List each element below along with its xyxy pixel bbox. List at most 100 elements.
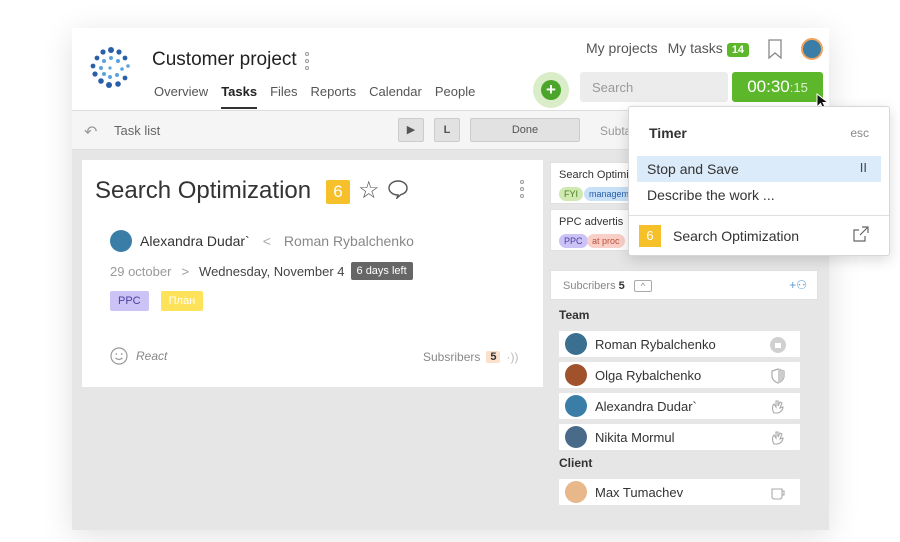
subscribers-count: 5 — [486, 351, 501, 363]
app-window: Customer project Overview Tasks Files Re… — [72, 28, 829, 530]
related-tag: FYI — [559, 187, 584, 201]
assignee-name[interactable]: Alexandra Dudar` — [140, 233, 250, 249]
project-tabs: Overview Tasks Files Reports Calendar Pe… — [154, 84, 475, 109]
l-button[interactable]: L — [434, 118, 460, 142]
user-avatar[interactable] — [801, 38, 823, 60]
member-row[interactable]: Roman Rybalchenko — [558, 330, 801, 358]
play-button[interactable]: ▶ — [398, 118, 424, 142]
collapse-button[interactable]: ^ — [633, 280, 652, 293]
related-tag: at proc — [587, 234, 625, 248]
back-arrow-icon[interactable]: ↶ — [84, 122, 97, 142]
task-card: Search Optimization 6 ☆ Alexandra Dudar`… — [82, 160, 543, 387]
team-label: Team — [559, 308, 590, 322]
timer-time: 00:30 — [747, 77, 790, 96]
top-links: My projects My tasks 14 — [586, 40, 750, 57]
popup-task-link[interactable]: 6 Search Optimization — [639, 225, 799, 247]
subscribers-panel-label: Subcribers — [563, 280, 616, 292]
react-label: React — [136, 349, 168, 363]
add-button[interactable]: + — [533, 72, 569, 108]
project-title: Customer project — [152, 49, 297, 70]
tag-plan[interactable]: План — [160, 291, 204, 311]
timer-button[interactable]: 00:30:15 — [732, 72, 823, 102]
popup-title: Timer — [649, 125, 687, 141]
comment-icon[interactable] — [387, 179, 409, 199]
avatar — [565, 333, 587, 355]
shield-icon — [771, 368, 785, 384]
tab-calendar[interactable]: Calendar — [369, 84, 422, 109]
popup-task-title: Search Optimization — [673, 228, 800, 244]
timer-popup: Timer esc Stop and Save II Describe the … — [628, 106, 890, 256]
stop-and-save-button[interactable]: Stop and Save II — [637, 156, 881, 182]
add-subscriber-icon[interactable]: +⚇ — [789, 278, 807, 292]
start-date[interactable]: 29 october — [110, 264, 171, 279]
divider — [629, 215, 889, 216]
subscribers-panel: Subcribers 5 ^ +⚇ Team Roman Rybalchenko… — [550, 270, 818, 526]
stop-and-save-label: Stop and Save — [647, 161, 739, 177]
member-name: Max Tumachev — [595, 484, 684, 500]
avatar — [565, 481, 587, 503]
assignee-row: Alexandra Dudar` < Roman Rybalchenko — [110, 230, 414, 252]
tab-reports[interactable]: Reports — [311, 84, 357, 109]
header: Customer project Overview Tasks Files Re… — [72, 28, 829, 111]
author-name[interactable]: Roman Rybalchenko — [284, 233, 414, 249]
close-button[interactable]: esc — [850, 126, 869, 140]
cup-icon — [771, 488, 785, 500]
plus-icon: + — [541, 80, 561, 100]
assignee-separator: < — [262, 233, 271, 249]
timer-seconds: :15 — [789, 80, 808, 95]
date-arrow: > — [181, 263, 190, 279]
my-tasks-count: 14 — [726, 43, 750, 57]
member-row[interactable]: Nikita Mormul — [558, 423, 801, 451]
external-link-icon[interactable] — [853, 226, 869, 242]
hand-icon — [771, 400, 784, 414]
client-label: Client — [559, 456, 593, 470]
subscribers-summary[interactable]: Subsribers 5 ·)) — [423, 350, 518, 364]
bookmark-icon[interactable] — [768, 39, 782, 59]
done-button[interactable]: Done — [470, 118, 580, 142]
avatar — [565, 364, 587, 386]
member-row[interactable]: Olga Rybalchenko — [558, 361, 801, 389]
related-task-title: PPC advertis — [559, 216, 624, 228]
my-tasks-label: My tasks — [667, 40, 723, 56]
subscribers-panel-count: 5 — [618, 280, 625, 292]
task-list-link[interactable]: Task list — [114, 123, 160, 138]
member-row[interactable]: Max Tumachev — [558, 478, 801, 506]
avatar — [110, 230, 132, 252]
related-task-title: Search Optimi — [559, 169, 629, 181]
star-icon[interactable]: ☆ — [358, 176, 380, 205]
member-row[interactable]: Alexandra Dudar` — [558, 392, 801, 420]
react-button[interactable]: React — [110, 347, 167, 365]
avatar — [565, 395, 587, 417]
my-projects-link[interactable]: My projects — [586, 40, 658, 56]
tab-tasks[interactable]: Tasks — [221, 84, 258, 109]
member-name: Roman Rybalchenko — [595, 336, 716, 352]
subscribers-label: Subsribers — [423, 350, 481, 364]
subscribers-header: Subcribers 5 ^ +⚇ — [550, 270, 818, 300]
my-tasks-link[interactable]: My tasks 14 — [667, 40, 750, 57]
project-menu-icon[interactable] — [304, 52, 310, 70]
task-tags: PPC План — [110, 291, 204, 311]
task-number-badge: 6 — [326, 180, 350, 204]
days-left-badge: 6 days left — [350, 262, 413, 280]
search-input[interactable]: Search — [580, 72, 728, 102]
describe-work-label: Describe the work ... — [647, 187, 775, 203]
task-menu-icon[interactable] — [519, 180, 525, 198]
sound-icon: ·)) — [506, 350, 519, 364]
project-logo — [90, 47, 130, 88]
tab-files[interactable]: Files — [270, 84, 297, 109]
task-title: Search Optimization — [95, 177, 312, 204]
subtask-link[interactable]: Subta — [600, 124, 631, 138]
task-number-badge: 6 — [639, 225, 661, 247]
due-date[interactable]: Wednesday, November 4 — [199, 264, 344, 279]
pause-icon: II — [859, 160, 867, 175]
tab-people[interactable]: People — [435, 84, 475, 109]
tab-overview[interactable]: Overview — [154, 84, 208, 109]
member-name: Alexandra Dudar` — [595, 398, 697, 414]
related-tag: managem — [584, 187, 635, 201]
member-name: Olga Rybalchenko — [595, 367, 702, 383]
describe-work-button[interactable]: Describe the work ... — [637, 182, 881, 208]
smile-icon — [110, 347, 128, 365]
owner-icon — [770, 337, 786, 353]
dates-row: 29 october > Wednesday, November 4 6 day… — [110, 262, 413, 280]
tag-ppc[interactable]: PPC — [110, 291, 149, 311]
